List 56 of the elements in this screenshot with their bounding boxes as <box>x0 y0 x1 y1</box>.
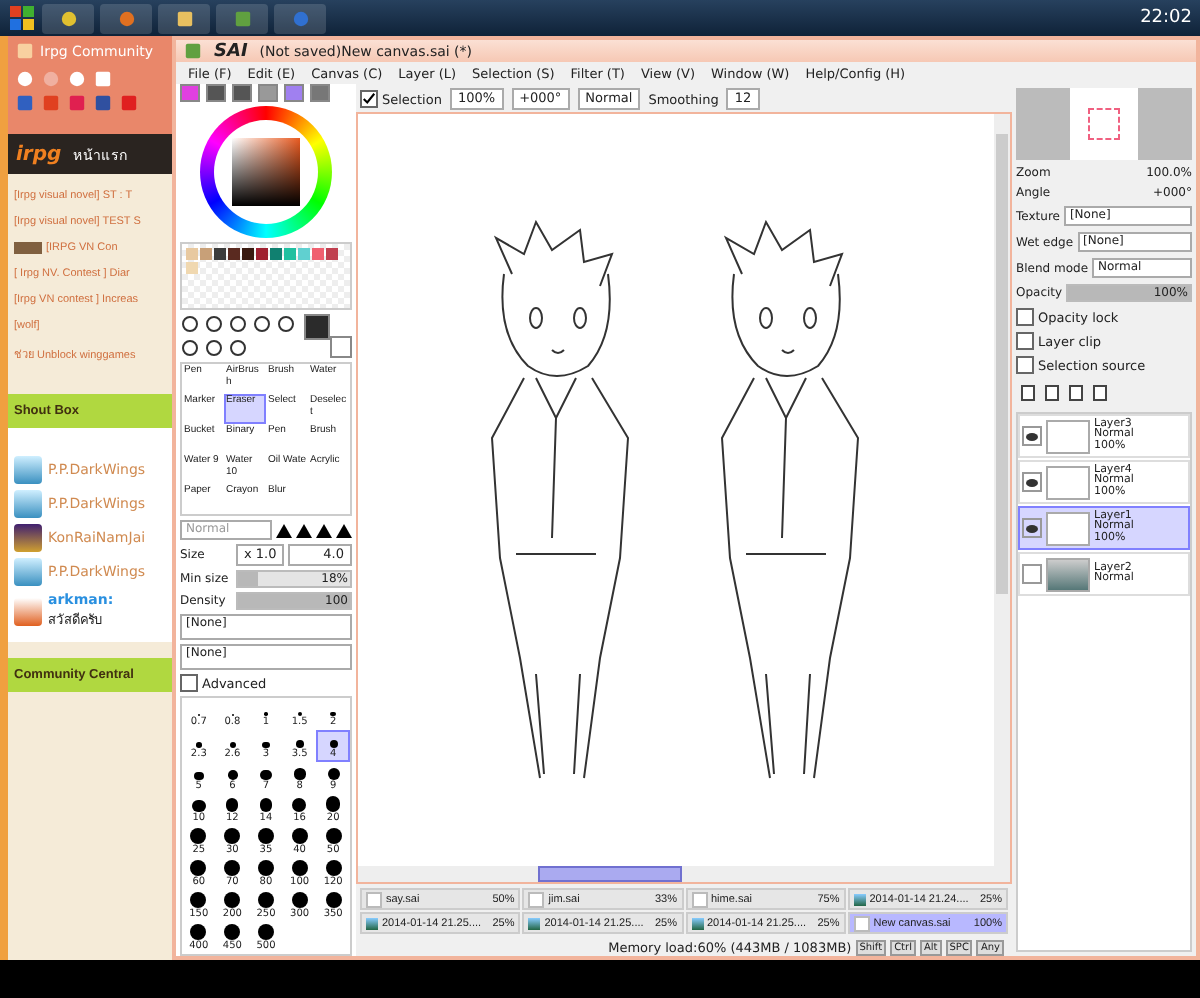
site-icon <box>16 42 34 60</box>
bookmark-icon <box>94 94 112 112</box>
avatar-icon <box>14 490 42 518</box>
reload-icon <box>68 70 86 88</box>
start-icon[interactable] <box>8 4 36 32</box>
avatar-icon <box>14 597 42 625</box>
layer-thumbnail <box>1046 465 1090 499</box>
avatar-icon <box>14 558 42 586</box>
color-swatch[interactable] <box>200 248 212 260</box>
taskbar-button[interactable] <box>42 3 94 33</box>
app-icon <box>184 42 202 60</box>
paint-app-icon <box>233 9 251 27</box>
layer-thumbnail <box>1046 511 1090 545</box>
layer-thumbnail <box>1046 557 1090 591</box>
visibility-toggle[interactable] <box>1022 518 1042 538</box>
color-swatch[interactable] <box>284 248 296 260</box>
checkbox[interactable] <box>1016 332 1034 350</box>
clock: 22:02 <box>1140 8 1192 28</box>
site-logo[interactable]: irpg <box>16 143 62 165</box>
color-swatch[interactable] <box>312 248 324 260</box>
globe-icon <box>291 9 309 27</box>
taskbar-button[interactable] <box>216 3 268 33</box>
visibility-toggle[interactable] <box>1022 564 1042 584</box>
avatar-icon <box>14 456 42 484</box>
vertical-scrollbar[interactable] <box>994 114 1010 882</box>
checkbox[interactable] <box>360 90 378 108</box>
color-swatch[interactable] <box>214 248 226 260</box>
secondary-color[interactable] <box>330 336 352 358</box>
primary-color[interactable] <box>304 314 330 340</box>
color-square[interactable] <box>232 138 300 206</box>
browser-icon <box>117 9 135 27</box>
color-swatch[interactable] <box>186 262 198 274</box>
color-swatch[interactable] <box>326 248 338 260</box>
visibility-toggle[interactable] <box>1022 426 1042 446</box>
color-swatch[interactable] <box>298 248 310 260</box>
taskbar-button[interactable] <box>100 3 152 33</box>
browser-icon <box>59 9 77 27</box>
layer-thumbnail <box>1046 419 1090 453</box>
taskbar-button[interactable] <box>158 3 210 33</box>
video-icon <box>120 94 138 112</box>
checkbox[interactable] <box>1016 308 1034 326</box>
color-swatch[interactable] <box>270 248 282 260</box>
mail-icon <box>68 94 86 112</box>
checkbox[interactable] <box>180 674 198 692</box>
forward-icon <box>42 70 60 88</box>
home-icon <box>94 70 112 88</box>
color-swatch[interactable] <box>242 248 254 260</box>
color-swatch[interactable] <box>256 248 268 260</box>
checkbox[interactable] <box>1016 356 1034 374</box>
avatar-icon <box>14 524 42 552</box>
color-swatch[interactable] <box>186 248 198 260</box>
horizontal-scrollbar[interactable] <box>358 866 994 882</box>
visibility-toggle[interactable] <box>1022 472 1042 492</box>
color-swatch[interactable] <box>228 248 240 260</box>
back-icon <box>16 70 34 88</box>
app-logo: SAI <box>214 41 248 61</box>
